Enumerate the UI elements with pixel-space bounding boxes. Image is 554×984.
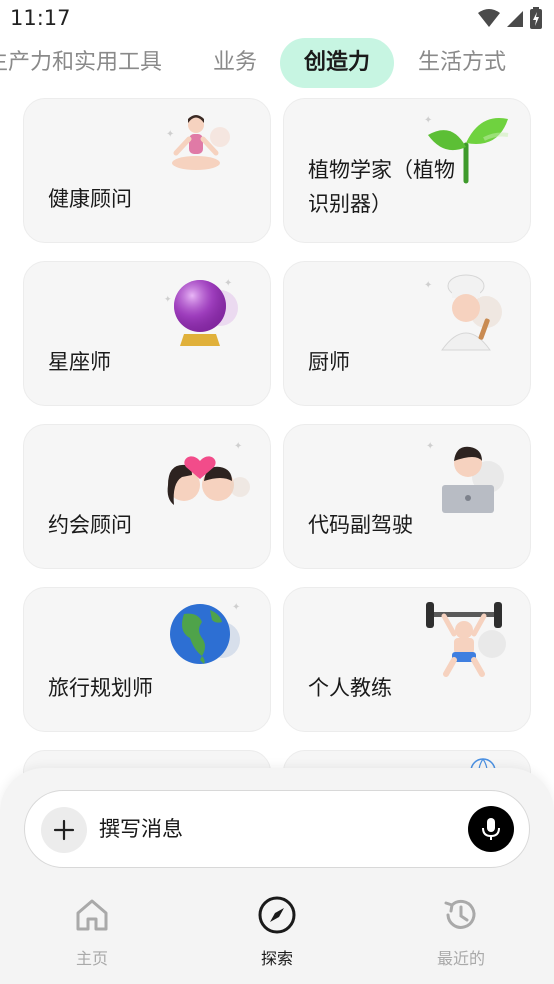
- home-icon: [76, 899, 108, 931]
- card-label: 健康顾问: [48, 187, 132, 211]
- card-code-copilot[interactable]: ✦ 代码副驾驶: [283, 424, 531, 569]
- card-chef[interactable]: ✦ 厨师: [283, 261, 531, 406]
- technologist-laptop-icon: ✦: [426, 441, 504, 513]
- message-composer[interactable]: 撰写消息: [24, 790, 530, 868]
- card-label: 星座师: [48, 350, 111, 374]
- crystal-ball-icon: ✦ ✦: [164, 278, 238, 346]
- chef-icon: ✦: [424, 274, 502, 351]
- card-label: 厨师: [308, 350, 350, 374]
- weightlifter-icon: [426, 602, 506, 677]
- card-label: 个人教练: [308, 676, 392, 700]
- plus-icon: [53, 819, 75, 841]
- globe-americas-icon: ✦: [170, 602, 240, 664]
- voice-input-button[interactable]: [468, 806, 514, 852]
- nav-label: 主页: [75, 949, 108, 968]
- yoga-person-icon: ✦: [166, 115, 230, 170]
- card-personal-trainer[interactable]: 个人教练: [283, 587, 531, 732]
- card-dating-advisor[interactable]: ✦ 约会顾问: [23, 424, 271, 569]
- nav-home[interactable]: 主页: [47, 895, 137, 969]
- nav-label: 探索: [260, 949, 293, 968]
- couple-kiss-icon: ✦: [167, 441, 250, 505]
- svg-text:✦: ✦: [426, 441, 434, 452]
- card-label: 代码副驾驶: [308, 513, 413, 537]
- nav-explore[interactable]: 探索: [232, 895, 322, 969]
- svg-text:✦: ✦: [232, 602, 240, 613]
- card-astrologer[interactable]: ✦ ✦ 星座师: [23, 261, 271, 406]
- svg-text:✦: ✦: [424, 280, 432, 291]
- svg-text:✦: ✦: [234, 441, 242, 452]
- nav-recent[interactable]: 最近的: [416, 895, 506, 969]
- card-travel-planner[interactable]: ✦ 旅行规划师: [23, 587, 271, 732]
- svg-text:✦: ✦: [164, 295, 172, 305]
- card-botanist[interactable]: ✦ 植物学家（植物识别器）: [283, 98, 531, 243]
- compass-icon: [258, 896, 296, 934]
- card-label: 约会顾问: [48, 513, 132, 537]
- card-health-advisor[interactable]: ✦ 健康顾问: [23, 98, 271, 243]
- microphone-icon: [482, 818, 500, 840]
- card-label: 植物学家（植物识别器）: [308, 158, 455, 216]
- nav-label: 最近的: [436, 949, 485, 968]
- add-attachment-button[interactable]: [41, 807, 87, 853]
- svg-text:✦: ✦: [424, 115, 432, 126]
- svg-text:✦: ✦: [224, 278, 232, 289]
- card-label: 旅行规划师: [48, 676, 153, 700]
- history-icon: [444, 899, 476, 929]
- svg-text:✦: ✦: [166, 129, 174, 140]
- message-input[interactable]: 撰写消息: [99, 811, 183, 847]
